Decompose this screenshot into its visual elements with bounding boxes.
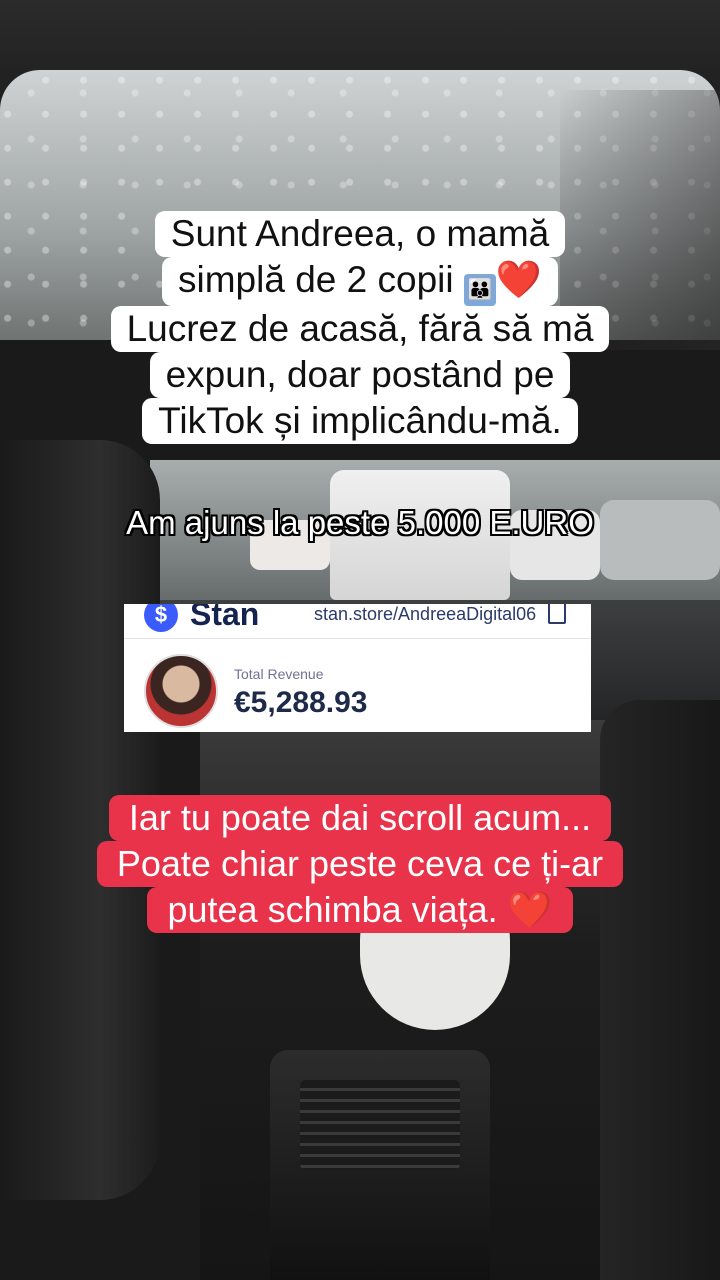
earnings-text: Am ajuns la peste 5.000 E.URO	[126, 504, 594, 541]
intro-line-2: simplă de 2 copii 👪❤️	[162, 257, 558, 306]
heart-icon: ❤️	[507, 889, 553, 930]
closing-line-3: putea schimba viața. ❤️	[147, 887, 573, 933]
closing-caption: Iar tu poate dai scroll acum... Poate ch…	[0, 795, 720, 933]
closing-line-2: Poate chiar peste ceva ce ți-ar	[96, 841, 624, 887]
intro-line-1: Sunt Andreea, o mamă	[154, 211, 566, 257]
revenue-value: €5,288.93	[234, 686, 368, 719]
intro-line-5: TikTok și implicându-mă.	[142, 398, 578, 444]
avatar	[144, 654, 218, 728]
stan-revenue-card: $ Stan stan.store/AndreeaDigital06 Total…	[124, 604, 591, 732]
earnings-caption: Am ajuns la peste 5.000 E.URO	[0, 502, 720, 544]
card-divider	[124, 638, 591, 639]
stan-logo-icon: $	[144, 604, 178, 632]
stan-store-url[interactable]: stan.store/AndreeaDigital06	[314, 604, 536, 625]
family-emoji-icon: 👪	[463, 274, 496, 306]
intro-line-4: expun, doar postând pe	[149, 352, 571, 398]
intro-caption: Sunt Andreea, o mamă simplă de 2 copii 👪…	[0, 211, 720, 444]
right-seat	[600, 700, 720, 1280]
rear-air-vent	[300, 1080, 460, 1170]
copy-icon[interactable]	[548, 604, 566, 624]
intro-line-3: Lucrez de acasă, fără să mă	[110, 306, 610, 352]
heart-icon: ❤️	[495, 259, 542, 300]
stan-brand: Stan	[190, 604, 260, 632]
revenue-label: Total Revenue	[234, 666, 324, 682]
closing-line-1: Iar tu poate dai scroll acum...	[108, 795, 612, 841]
